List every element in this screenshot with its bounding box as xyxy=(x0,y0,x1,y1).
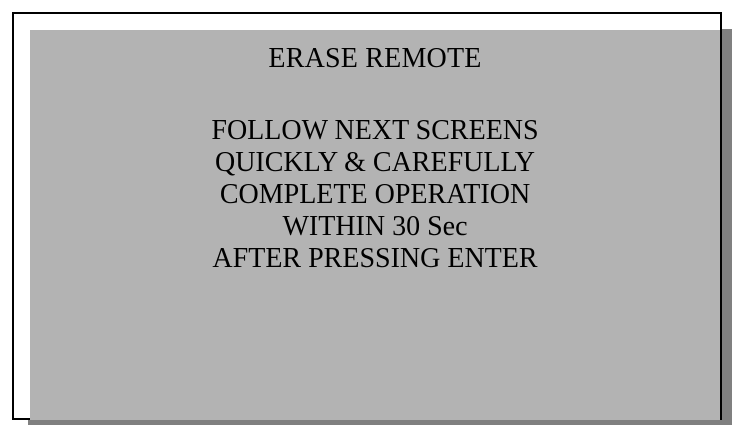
erase-remote-screen: ERASE REMOTE FOLLOW NEXT SCREENS QUICKLY… xyxy=(30,30,720,420)
instruction-text: FOLLOW NEXT SCREENS QUICKLY & CAREFULLY … xyxy=(30,115,720,275)
instruction-line: COMPLETE OPERATION xyxy=(219,179,531,210)
instruction-line: AFTER PRESSING ENTER xyxy=(212,243,538,274)
screen-title: ERASE REMOTE xyxy=(268,43,482,74)
instruction-line: FOLLOW NEXT SCREENS xyxy=(211,115,539,146)
instruction-line: WITHIN 30 Sec xyxy=(282,211,468,242)
dialog-frame: ERASE REMOTE FOLLOW NEXT SCREENS QUICKLY… xyxy=(12,12,722,420)
dialog-stage: ERASE REMOTE FOLLOW NEXT SCREENS QUICKLY… xyxy=(0,0,736,429)
instruction-line: QUICKLY & CAREFULLY xyxy=(214,147,536,178)
